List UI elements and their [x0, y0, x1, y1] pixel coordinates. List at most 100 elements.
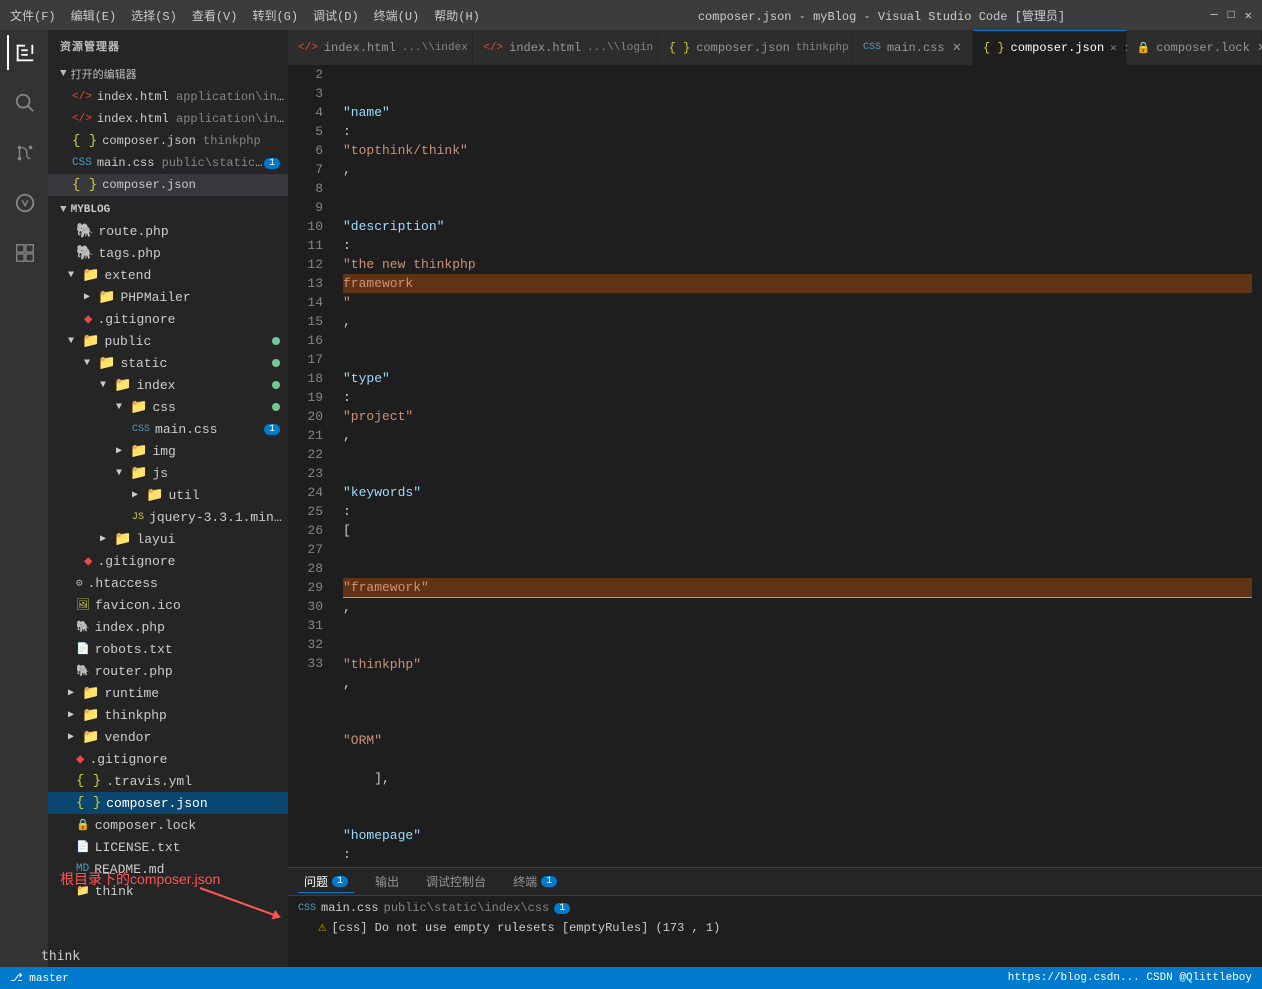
git-icon: ◆ — [84, 311, 92, 328]
file-license[interactable]: 📄 LICENSE.txt — [48, 836, 288, 858]
file-think[interactable]: 📁 think — [48, 880, 288, 902]
folder-static[interactable]: ▼ 📁 static — [48, 352, 288, 374]
menu-select[interactable]: 选择(S) — [131, 7, 177, 24]
tab-sub-5: ✕ — [1110, 41, 1117, 55]
activity-extensions[interactable] — [7, 235, 42, 270]
myblog-section[interactable]: ▼ MYBLOG — [48, 200, 288, 220]
tab-main-css[interactable]: CSS main.css ✕ — [853, 30, 973, 65]
file-htaccess[interactable]: ⚙ .htaccess — [48, 572, 288, 594]
html-icon: </> — [72, 91, 92, 103]
json-icon-root: { } — [76, 795, 101, 811]
file-gitignore-root[interactable]: ◆ .gitignore — [48, 748, 288, 770]
file-gitignore-public[interactable]: ◆ .gitignore — [48, 550, 288, 572]
file-travis[interactable]: { } .travis.yml — [48, 770, 288, 792]
css-file-icon: CSS — [132, 424, 150, 435]
panel-tab-problems[interactable]: 问题 1 — [298, 871, 354, 893]
menu-edit[interactable]: 编辑(E) — [71, 7, 117, 24]
folder-icon-util: 📁 — [146, 487, 163, 504]
folder-vendor[interactable]: ▶ 📁 vendor — [48, 726, 288, 748]
tab-composer-lock[interactable]: 🔒 composer.lock ✕ — [1127, 30, 1262, 65]
debug-label: 调试控制台 — [426, 873, 486, 890]
file-composer-json-root[interactable]: { } composer.json — [48, 792, 288, 814]
menu-goto[interactable]: 转到(G) — [252, 7, 298, 24]
folder-public[interactable]: ▼ 📁 public — [48, 330, 288, 352]
activity-debug[interactable] — [7, 185, 42, 220]
folder-img[interactable]: ▶ 📁 img — [48, 440, 288, 462]
folder-arrow-layui: ▶ — [100, 533, 114, 545]
main-css-label: main.css — [155, 422, 264, 437]
tab-composer-root[interactable]: { } composer.json ✕ ✕ — [973, 30, 1127, 65]
folder-arrow-util: ▶ — [132, 489, 146, 501]
minimize-button[interactable]: ─ — [1210, 8, 1217, 23]
code-content[interactable]: "name": "topthink/think", "description":… — [333, 65, 1262, 867]
terminal-badge: 1 — [541, 876, 557, 887]
file-router[interactable]: 🐘 router.php — [48, 660, 288, 682]
close-button[interactable]: ✕ — [1245, 8, 1252, 23]
folder-arrow-css: ▼ — [116, 402, 130, 413]
open-editor-index-html-1[interactable]: </> index.html application\index\view... — [48, 86, 288, 108]
file-favicon[interactable]: 🖼 favicon.ico — [48, 594, 288, 616]
folder-util[interactable]: ▶ 📁 util — [48, 484, 288, 506]
file-readme[interactable]: MD README.md — [48, 858, 288, 880]
js-file-icon: JS — [132, 512, 144, 523]
activity-search[interactable] — [7, 85, 42, 120]
folder-css[interactable]: ▼ 📁 css — [48, 396, 288, 418]
file-gitignore-extend[interactable]: ◆ .gitignore — [48, 308, 288, 330]
file-index-php[interactable]: 🐘 index.php — [48, 616, 288, 638]
activity-git[interactable] — [7, 135, 42, 170]
git-icon-root: ◆ — [76, 751, 84, 768]
menu-terminal[interactable]: 终端(U) — [374, 7, 420, 24]
code-editor[interactable]: 2 3 4 5 6 7 8 9 10 11 12 13 14 15 16 17 — [288, 65, 1262, 867]
editor-container: </> index.html ...\\index ✕ </> index.ht… — [288, 30, 1262, 967]
folder-icon-js: 📁 — [130, 465, 147, 482]
folder-icon-img: 📁 — [130, 443, 147, 460]
file-tags-php[interactable]: 🐘 tags.php — [48, 242, 288, 264]
gitignore-public-label: .gitignore — [97, 554, 288, 569]
badge-1: 1 — [264, 158, 280, 169]
menu-debug[interactable]: 调试(D) — [313, 7, 359, 24]
file-robots[interactable]: 📄 robots.txt — [48, 638, 288, 660]
tab-close-6[interactable]: ✕ — [1258, 39, 1262, 56]
folder-layui[interactable]: ▶ 📁 layui — [48, 528, 288, 550]
tab-composer-thinkphp[interactable]: { } composer.json thinkphp ✕ — [659, 30, 853, 65]
warning-text: [css] Do not use empty rulesets [emptyRu… — [331, 921, 720, 935]
tab-label-3: composer.json — [696, 41, 790, 55]
file-composer-lock[interactable]: 🔒 composer.lock — [48, 814, 288, 836]
favicon-label: favicon.ico — [95, 598, 288, 613]
folder-arrow: ▼ — [68, 270, 82, 281]
open-editors-section[interactable]: ▼ 打开的编辑器 — [48, 62, 288, 86]
tab-bar: </> index.html ...\\index ✕ </> index.ht… — [288, 30, 1262, 65]
tab-index-html-2[interactable]: </> index.html ...\\login ✕ — [473, 30, 658, 65]
folder-runtime[interactable]: ▶ 📁 runtime — [48, 682, 288, 704]
maximize-button[interactable]: □ — [1228, 8, 1235, 23]
tab-index-html-1[interactable]: </> index.html ...\\index ✕ — [288, 30, 473, 65]
open-editor-index-html-2[interactable]: </> index.html application\index\view... — [48, 108, 288, 130]
panel-tab-debug[interactable]: 调试控制台 — [420, 871, 492, 892]
folder-phpmailer[interactable]: ▶ 📁 PHPMailer — [48, 286, 288, 308]
menu-bar[interactable]: 文件(F) 编辑(E) 选择(S) 查看(V) 转到(G) 调试(D) 终端(U… — [10, 7, 591, 24]
folder-js[interactable]: ▼ 📁 js — [48, 462, 288, 484]
tab-close-4[interactable]: ✕ — [953, 39, 961, 56]
tab-sub-3: thinkphp — [796, 42, 849, 54]
open-editor-composer-json-active[interactable]: { } composer.json — [48, 174, 288, 196]
file-jquery[interactable]: JS jquery-3.3.1.min.js — [48, 506, 288, 528]
folder-extend[interactable]: ▼ 📁 extend — [48, 264, 288, 286]
open-editor-composer-json-thinkphp[interactable]: { } composer.json thinkphp — [48, 130, 288, 152]
folder-arrow-public: ▼ — [68, 336, 82, 347]
file-main-css[interactable]: CSS main.css 1 — [48, 418, 288, 440]
folder-thinkphp[interactable]: ▶ 📁 thinkphp — [48, 704, 288, 726]
file-route-php[interactable]: 🐘 route.php — [48, 220, 288, 242]
json-icon-active: { } — [72, 177, 97, 193]
menu-file[interactable]: 文件(F) — [10, 7, 56, 24]
folder-arrow-vendor: ▶ — [68, 731, 82, 743]
open-editor-main-css[interactable]: CSS main.css public\static\index\... 1 — [48, 152, 288, 174]
menu-help[interactable]: 帮助(H) — [434, 7, 480, 24]
activity-explorer[interactable] — [7, 35, 42, 70]
folder-index-static[interactable]: ▼ 📁 index — [48, 374, 288, 396]
problems-label: 问题 — [304, 873, 328, 890]
group-css-icon: CSS — [298, 903, 316, 914]
file-label-4: main.css public\static\index\... — [97, 156, 264, 170]
menu-view[interactable]: 查看(V) — [192, 7, 238, 24]
panel-tab-terminal[interactable]: 终端 1 — [507, 871, 563, 892]
panel-tab-output[interactable]: 输出 — [369, 871, 405, 892]
